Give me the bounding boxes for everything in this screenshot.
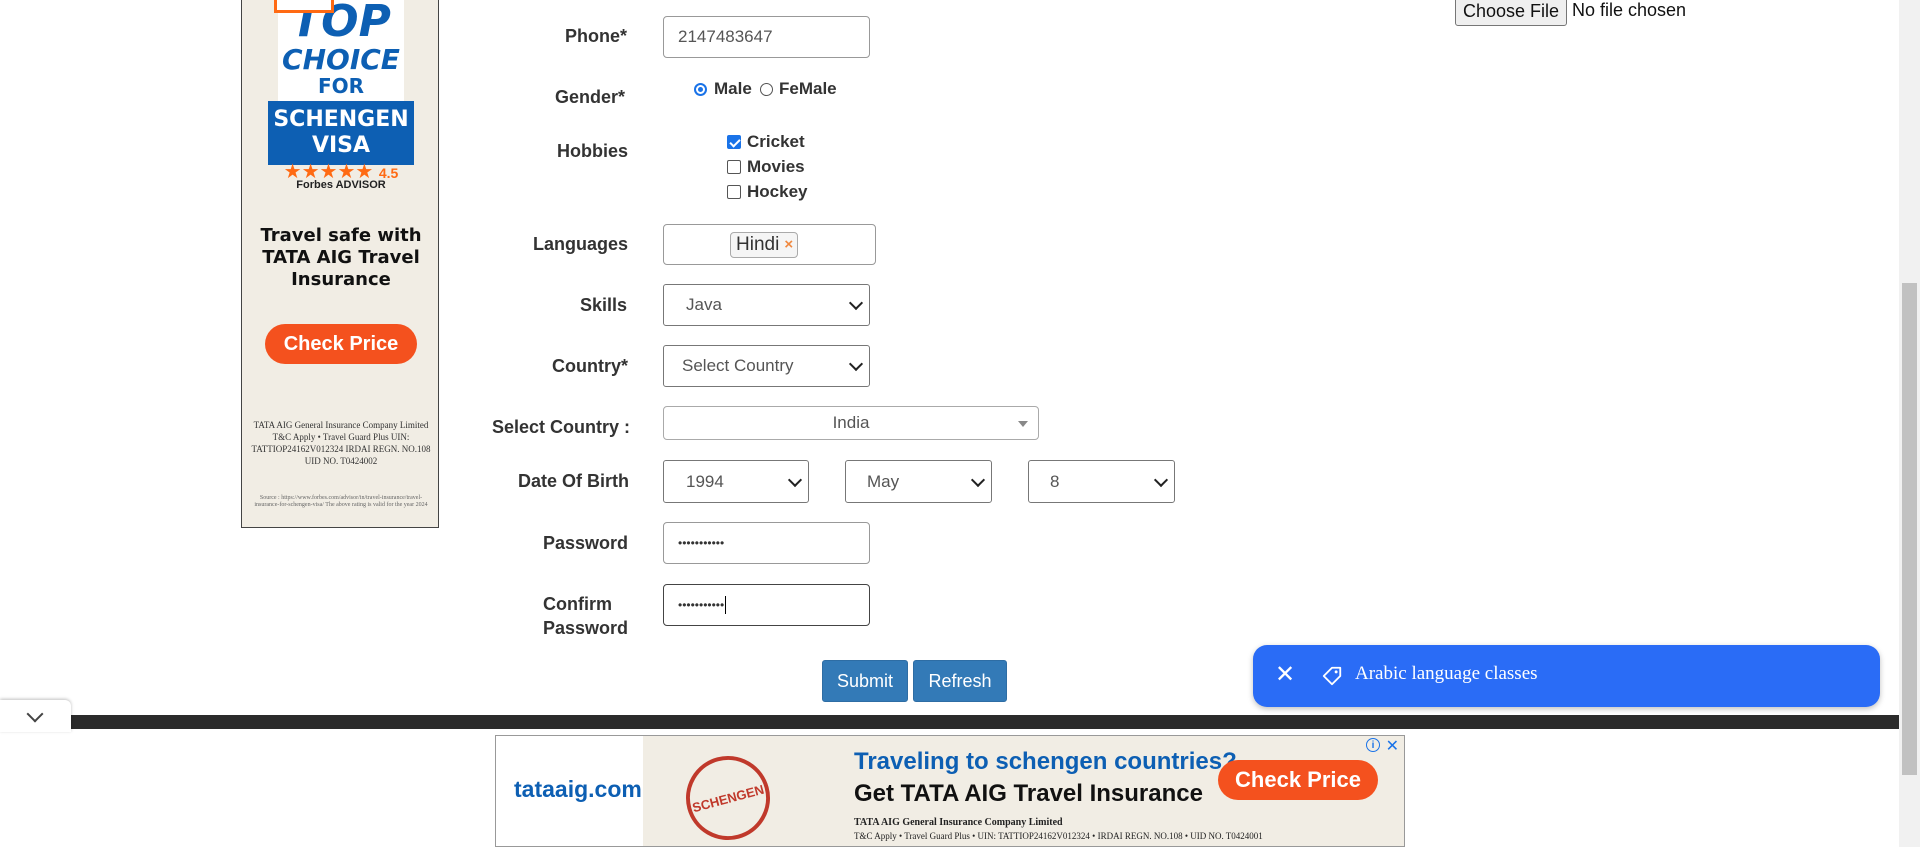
chevron-down-icon	[848, 295, 864, 311]
ad-schengen-visa-banner: SCHENGEN VISA	[268, 101, 414, 165]
ad-info-icon[interactable]: i	[1366, 738, 1380, 752]
ad-check-price-button[interactable]: Check Price	[265, 324, 417, 364]
country-select[interactable]: Select Country	[663, 345, 870, 387]
hobby-cricket-checkbox[interactable]	[727, 135, 741, 149]
skills-select[interactable]: Java	[663, 284, 870, 326]
ad-fine-print-2: T&C Apply • Travel Guard Plus • UIN: TAT…	[854, 831, 1263, 841]
confirm-password-label-line2: Password	[543, 618, 629, 638]
chevron-down-icon	[1153, 472, 1169, 487]
toast-text: Arabic language classes	[1355, 663, 1538, 684]
close-icon[interactable]: ✕	[1275, 663, 1295, 687]
hobby-movies-label: Movies	[747, 157, 805, 176]
rating-source: Forbes ADVISOR	[296, 179, 386, 191]
language-chip: Hindi ×	[730, 231, 799, 258]
file-status-text: No file chosen	[1572, 0, 1687, 20]
ad-fine-print: TATA AIG General Insurance Company Limit…	[251, 420, 431, 466]
ad-fine-print-1: TATA AIG General Insurance Company Limit…	[854, 817, 1063, 828]
select-country-label: Select Country :	[492, 417, 631, 437]
suggestion-toast[interactable]: ✕ Arabic language classes	[1253, 645, 1880, 707]
country-selected: Select Country	[682, 356, 794, 375]
ad-visa-line1: SCHENGEN	[273, 107, 409, 132]
confirm-password-input[interactable]: •••••••••••	[663, 584, 870, 626]
refresh-button[interactable]: Refresh	[913, 660, 1007, 702]
hobby-hockey-label: Hockey	[747, 182, 808, 201]
choose-file-button[interactable]: Choose File	[1455, 0, 1567, 26]
ad-check-price-button[interactable]: Check Price	[1218, 760, 1378, 800]
hobby-movies-checkbox[interactable]	[727, 160, 741, 174]
password-label: Password	[543, 533, 629, 553]
select-country-selected: India	[832, 413, 870, 432]
language-chip-label: Hindi	[736, 233, 780, 255]
dropdown-arrow-icon	[1018, 421, 1028, 427]
ad-source-note: Source : https://www.forbes.com/advisor/…	[254, 495, 428, 508]
bottom-advertisement[interactable]: tataaig.com SCHENGEN Traveling to scheng…	[495, 735, 1405, 847]
ad-choice-text: CHOICE	[282, 43, 400, 76]
ad-visa-line2: VISA	[311, 133, 371, 158]
chevron-down-icon	[848, 356, 864, 372]
left-advertisement[interactable]: TOP CHOICE FOR is the SCHENGEN VISA ★★★★…	[241, 0, 439, 528]
chevron-down-icon	[787, 472, 803, 487]
dob-day-selected: 8	[1050, 471, 1060, 491]
hobbies-label: Hobbies	[557, 141, 629, 161]
ad-headline: Travel safe with TATA AIG Travel Insuran…	[260, 225, 422, 290]
dob-month-select[interactable]: May	[845, 460, 992, 503]
phone-input[interactable]: 2147483647	[663, 16, 870, 58]
ad-badge-text: is the	[274, 0, 334, 13]
confirm-password-value: •••••••••••	[678, 598, 725, 612]
gender-female-radio[interactable]	[760, 83, 773, 96]
password-input[interactable]: •••••••••••	[663, 522, 870, 564]
chip-remove-icon[interactable]: ×	[784, 236, 793, 253]
hobby-hockey-checkbox[interactable]	[727, 185, 741, 199]
ad-headline-2: Get TATA AIG Travel Insurance	[854, 780, 1203, 807]
dob-year-selected: 1994	[686, 471, 724, 491]
ad-logo: tataaig.com	[514, 776, 642, 802]
languages-multiselect[interactable]: Hindi ×	[663, 224, 876, 265]
phone-label: Phone*	[565, 26, 628, 46]
ad-for-text: FOR	[317, 74, 365, 98]
dob-month-selected: May	[867, 471, 900, 491]
gender-female-label: FeMale	[779, 79, 837, 98]
languages-label: Languages	[533, 234, 629, 254]
chevron-down-icon	[970, 472, 986, 487]
tag-icon	[1322, 666, 1342, 686]
dob-year-select[interactable]: 1994	[663, 460, 809, 503]
select-country-combobox[interactable]: India	[663, 406, 1039, 440]
scrollbar-thumb[interactable]	[1902, 283, 1917, 775]
hobby-cricket-label: Cricket	[747, 132, 805, 151]
text-cursor	[725, 596, 727, 614]
ad-headline-1: Traveling to schengen countries?	[854, 748, 1237, 775]
dob-label: Date Of Birth	[518, 471, 630, 491]
dob-day-select[interactable]: 8	[1028, 460, 1175, 503]
top-choice-badge: TOP CHOICE FOR	[278, 0, 404, 109]
confirm-password-label-line1: Confirm	[543, 594, 612, 614]
gender-male-label: Male	[714, 79, 752, 98]
ad-close-icon[interactable]: ✕	[1386, 736, 1399, 756]
skills-selected: Java	[686, 295, 722, 314]
gender-label: Gender*	[555, 87, 626, 107]
submit-button[interactable]: Submit	[822, 660, 908, 702]
collapse-ad-button[interactable]	[0, 700, 71, 732]
footer-bar	[71, 715, 1901, 729]
country-label: Country*	[552, 356, 628, 376]
skills-label: Skills	[580, 295, 628, 315]
chevron-down-icon	[26, 705, 44, 723]
gender-male-radio[interactable]	[694, 83, 707, 96]
